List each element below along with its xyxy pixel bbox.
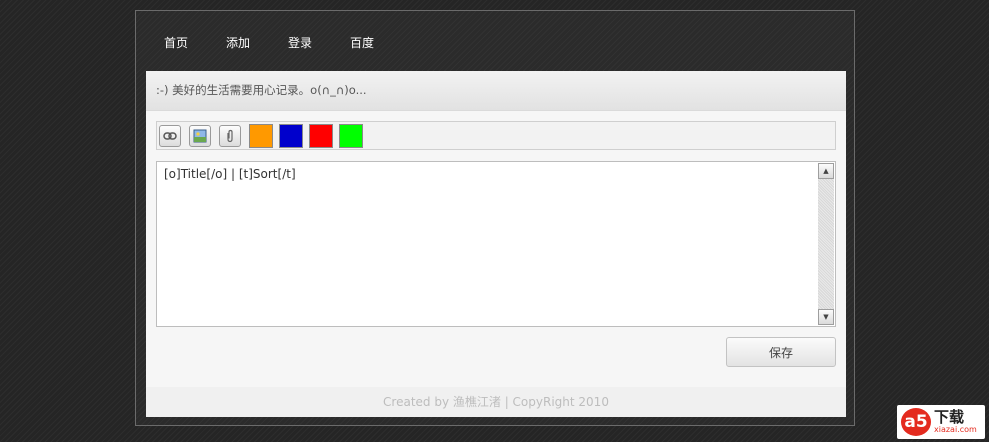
insert-link-button[interactable]: [159, 124, 181, 147]
attach-file-button[interactable]: [219, 124, 241, 147]
tagline: :-) 美好的生活需要用心记录。o(∩_∩)o...: [146, 71, 846, 111]
color-swatch-green[interactable]: [339, 123, 363, 148]
page-footer: Created by 渔樵江渚 | CopyRight 2010: [146, 387, 846, 417]
editor-scrollbar[interactable]: ▲ ▼: [818, 163, 834, 325]
watermark-main-text: 下载: [934, 408, 965, 426]
color-swatch-red[interactable]: [309, 123, 333, 148]
watermark-sub-text: xiazai.com: [934, 425, 977, 434]
editor-toolbar: [156, 121, 836, 150]
nav-home-link[interactable]: 首页: [164, 33, 188, 53]
scroll-up-arrow-icon[interactable]: ▲: [818, 163, 834, 179]
color-swatch-blue[interactable]: [279, 123, 303, 148]
watermark-logo: a5 下载 xiazai.com: [897, 405, 985, 439]
content-textarea[interactable]: [157, 162, 817, 326]
watermark-text: 下载 xiazai.com: [934, 409, 977, 435]
insert-image-button[interactable]: [189, 124, 211, 147]
content-panel: :-) 美好的生活需要用心记录。o(∩_∩)o... [o]Title[/o] …: [146, 71, 846, 417]
nav-login-link[interactable]: 登录: [288, 33, 312, 53]
scroll-down-arrow-icon[interactable]: ▼: [818, 309, 834, 325]
image-icon: [193, 129, 207, 142]
editor-box: ▲ ▼: [156, 161, 836, 327]
nav-baidu-link[interactable]: 百度: [350, 33, 374, 53]
link-icon: [163, 131, 177, 140]
color-swatch-orange[interactable]: [249, 123, 273, 148]
top-nav: 首页 添加 登录 百度: [146, 33, 394, 53]
nav-add-link[interactable]: 添加: [226, 33, 250, 53]
attachment-icon: [227, 129, 233, 142]
a5-logo-icon: a5: [901, 408, 931, 436]
main-frame: 首页 添加 登录 百度 :-) 美好的生活需要用心记录。o(∩_∩)o... […: [135, 10, 855, 426]
save-button[interactable]: 保存: [726, 337, 836, 367]
